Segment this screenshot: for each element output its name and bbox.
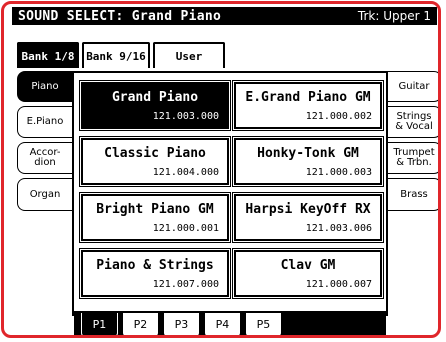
sound-button-grand-piano[interactable]: Grand Piano 121.003.000 — [79, 80, 231, 131]
page-tab-p2[interactable]: P2 — [122, 313, 159, 335]
sound-program-code: 121.003.000 — [152, 111, 219, 122]
page-tab-p1[interactable]: P1 — [81, 313, 118, 335]
tab-bank-1-8[interactable]: Bank 1/8 — [17, 42, 79, 68]
sound-button-bright-piano-gm[interactable]: Bright Piano GM 121.000.001 — [79, 192, 231, 243]
sound-program-code: 121.000.002 — [305, 111, 372, 122]
category-label: Accor- dion — [29, 147, 61, 168]
page-label: P3 — [174, 318, 189, 331]
category-tab-strings-vocal[interactable]: Strings & Vocal — [387, 106, 438, 138]
category-tab-piano[interactable]: Piano — [17, 71, 72, 102]
sound-name: Grand Piano — [111, 90, 199, 105]
sound-program-code: 121.004.000 — [152, 167, 219, 178]
sound-button-clav-gm[interactable]: Clav GM 121.000.007 — [232, 248, 384, 299]
sound-select-screen: SOUND SELECT: Grand Piano Trk: Upper 1 B… — [4, 4, 438, 335]
sound-name: Classic Piano — [104, 146, 206, 161]
sound-button-e-grand-piano-gm[interactable]: E.Grand Piano GM 121.000.002 — [232, 80, 384, 131]
sound-program-code: 121.007.000 — [152, 279, 219, 290]
category-tab-organ[interactable]: Organ — [17, 178, 72, 211]
category-label: Strings & Vocal — [395, 111, 433, 132]
page-tab-p4[interactable]: P4 — [204, 313, 241, 335]
sound-name: Piano & Strings — [96, 258, 214, 273]
display-frame: SOUND SELECT: Grand Piano Trk: Upper 1 B… — [1, 1, 441, 338]
page-label: P1 — [92, 318, 107, 331]
category-label: Guitar — [398, 80, 430, 92]
page-label: P2 — [133, 318, 148, 331]
page-label: P5 — [256, 318, 271, 331]
tab-label: Bank 1/8 — [21, 49, 75, 63]
tab-bank-9-16[interactable]: Bank 9/16 — [82, 42, 150, 68]
sound-program-code: 121.000.007 — [305, 279, 372, 290]
sound-program-code: 121.003.006 — [305, 223, 372, 234]
category-label: Organ — [29, 188, 61, 200]
sound-name: Bright Piano GM — [96, 202, 214, 217]
sound-name: Honky-Tonk GM — [257, 146, 359, 161]
category-tab-e-piano[interactable]: E.Piano — [17, 106, 72, 138]
category-label: E.Piano — [26, 116, 64, 127]
page-label: P4 — [215, 318, 230, 331]
page-tab-p3[interactable]: P3 — [163, 313, 200, 335]
sound-button-honky-tonk-gm[interactable]: Honky-Tonk GM 121.000.003 — [232, 136, 384, 187]
tab-user[interactable]: User — [153, 42, 225, 68]
sound-name: E.Grand Piano GM — [245, 90, 371, 105]
page-title: SOUND SELECT: Grand Piano — [18, 8, 222, 24]
page-tab-p5[interactable]: P5 — [245, 313, 282, 335]
sound-button-piano-strings[interactable]: Piano & Strings 121.007.000 — [79, 248, 231, 299]
sound-name: Harpsi KeyOff RX — [245, 202, 371, 217]
sound-program-code: 121.000.003 — [305, 167, 372, 178]
tab-label: Bank 9/16 — [86, 49, 146, 63]
sound-name: Clav GM — [280, 258, 336, 273]
category-label: Brass — [400, 188, 428, 200]
category-tab-trumpet-trombone[interactable]: Trumpet & Trbn. — [387, 142, 438, 174]
sound-button-classic-piano[interactable]: Classic Piano 121.004.000 — [79, 136, 231, 187]
title-bar: SOUND SELECT: Grand Piano Trk: Upper 1 — [12, 7, 437, 25]
category-label: Piano — [31, 80, 59, 92]
category-label: Trumpet & Trbn. — [393, 147, 435, 168]
tab-label: User — [175, 49, 203, 63]
category-tab-guitar[interactable]: Guitar — [387, 71, 438, 102]
sound-button-harpsi-keyoff-rx[interactable]: Harpsi KeyOff RX 121.003.006 — [232, 192, 384, 243]
category-tab-brass[interactable]: Brass — [387, 178, 438, 211]
sound-program-code: 121.000.001 — [152, 223, 219, 234]
category-tab-accordion[interactable]: Accor- dion — [17, 142, 72, 174]
track-indicator: Trk: Upper 1 — [357, 9, 431, 23]
